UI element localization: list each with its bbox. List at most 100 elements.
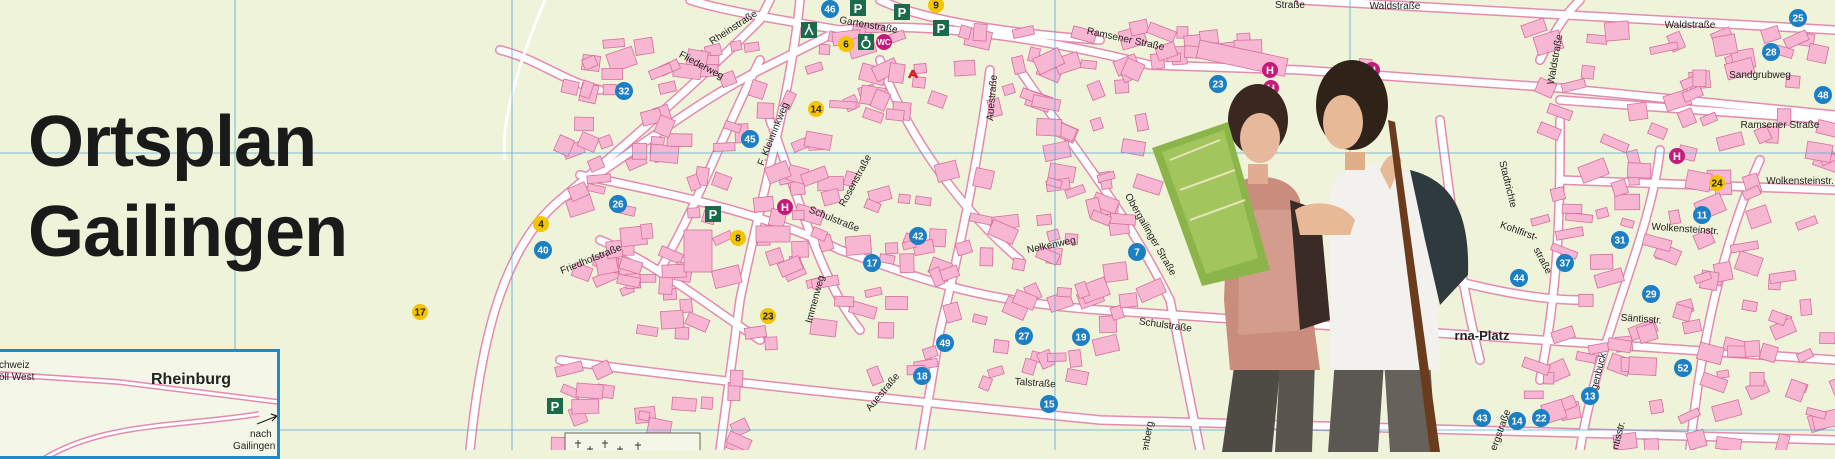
bus-stop-icon[interactable]: H (777, 199, 793, 215)
blue-poi-marker[interactable]: 27 (1015, 327, 1033, 345)
parking-icon[interactable]: P (850, 0, 866, 16)
building (897, 193, 911, 205)
svg-text:6: 6 (843, 40, 849, 51)
building (756, 102, 775, 120)
svg-text:40: 40 (537, 246, 549, 257)
svg-text:22: 22 (1535, 414, 1547, 425)
blue-poi-marker[interactable]: 25 (1789, 9, 1807, 27)
blue-poi-marker[interactable]: 11 (1693, 206, 1711, 224)
building (1799, 298, 1813, 316)
blue-poi-marker[interactable]: 15 (1040, 395, 1058, 413)
yellow-poi-marker[interactable]: 23 (760, 308, 776, 324)
building (1035, 117, 1063, 137)
blue-poi-marker[interactable]: 52 (1674, 359, 1692, 377)
building (1727, 345, 1748, 358)
building (755, 225, 791, 243)
svg-text:15: 15 (1043, 400, 1055, 411)
building (1056, 286, 1072, 298)
street-label: Ramsener Straße (1741, 120, 1820, 131)
building (659, 309, 685, 330)
building (1806, 42, 1830, 65)
svg-text:P: P (898, 5, 907, 20)
building (1036, 213, 1053, 227)
parking-icon[interactable]: P (547, 398, 563, 414)
street-label: Wolkensteinstr. (1766, 176, 1834, 187)
blue-poi-marker[interactable]: 45 (741, 130, 759, 148)
parking-icon[interactable]: P (894, 4, 910, 20)
blue-poi-marker[interactable]: 22 (1532, 409, 1550, 427)
yellow-poi-marker[interactable]: 24 (1709, 175, 1725, 191)
blue-poi-marker[interactable]: 18 (913, 367, 931, 385)
building (885, 108, 905, 122)
building (877, 321, 895, 339)
svg-text:17: 17 (866, 259, 878, 270)
svg-text:52: 52 (1677, 364, 1689, 375)
building (914, 195, 932, 207)
building (1603, 20, 1630, 42)
yellow-poi-marker[interactable]: 4 (533, 216, 549, 232)
building (1626, 101, 1649, 122)
building (1561, 203, 1583, 214)
yellow-poi-marker[interactable]: 6 (838, 36, 854, 52)
wc-icon[interactable]: WC (876, 34, 892, 50)
blue-poi-marker[interactable]: 48 (1814, 86, 1832, 104)
blue-poi-marker[interactable]: 49 (936, 334, 954, 352)
svg-text:18: 18 (916, 372, 928, 383)
blue-poi-marker[interactable]: 17 (863, 254, 881, 272)
playground-icon[interactable] (801, 22, 817, 38)
blue-poi-marker[interactable]: 42 (909, 227, 927, 245)
bus-stop-icon[interactable]: H (1669, 148, 1685, 164)
blue-poi-marker[interactable]: 37 (1556, 254, 1574, 272)
building (1819, 332, 1835, 345)
building (666, 133, 693, 147)
building (1648, 398, 1665, 415)
building (1804, 140, 1834, 163)
building (764, 336, 778, 351)
blue-poi-marker[interactable]: 32 (615, 82, 633, 100)
building (658, 276, 674, 296)
blue-poi-marker[interactable]: 19 (1072, 328, 1090, 346)
building (633, 36, 655, 56)
blue-poi-marker[interactable]: 40 (534, 241, 552, 259)
yellow-poi-marker[interactable]: 8 (730, 230, 746, 246)
building (844, 234, 873, 256)
yellow-poi-marker[interactable]: 17 (412, 304, 428, 320)
building (1741, 299, 1759, 313)
svg-text:P: P (854, 1, 863, 16)
map-title-line-2: Gailingen (28, 192, 348, 272)
street-label: Sandgrubweg (1729, 70, 1791, 81)
svg-text:31: 31 (1614, 236, 1626, 247)
building (1046, 352, 1067, 363)
svg-text:45: 45 (744, 135, 756, 146)
blue-poi-marker[interactable]: 29 (1642, 285, 1660, 303)
yellow-poi-marker[interactable]: 14 (808, 101, 824, 117)
building (1109, 212, 1137, 226)
svg-text:14: 14 (810, 105, 822, 116)
building (602, 83, 617, 96)
svg-text:37: 37 (1559, 259, 1571, 270)
blue-poi-marker[interactable]: 28 (1762, 43, 1780, 61)
svg-text:P: P (937, 21, 946, 36)
building (574, 116, 595, 132)
svg-text:29: 29 (1645, 290, 1657, 301)
hikers-photo (1152, 60, 1469, 452)
building (913, 62, 928, 75)
inset-label-schweiz: chweiz (0, 360, 30, 371)
blue-poi-marker[interactable]: 26 (609, 195, 627, 213)
blue-poi-marker[interactable]: 31 (1611, 231, 1629, 249)
building (674, 326, 690, 340)
svg-text:17: 17 (414, 308, 426, 319)
building (729, 39, 743, 52)
svg-text:19: 19 (1075, 333, 1087, 344)
parking-icon[interactable]: P (705, 206, 721, 222)
building (1626, 162, 1652, 179)
building (1643, 437, 1660, 450)
parking-icon[interactable]: P (933, 20, 949, 36)
blue-poi-marker[interactable]: 46 (821, 0, 839, 18)
building (899, 253, 915, 274)
svg-text:4: 4 (538, 220, 544, 231)
blue-poi-marker[interactable]: 13 (1581, 387, 1599, 405)
wheelchair-icon[interactable] (858, 34, 874, 50)
building (992, 339, 1010, 355)
inset-label-nach: nach (250, 429, 272, 440)
